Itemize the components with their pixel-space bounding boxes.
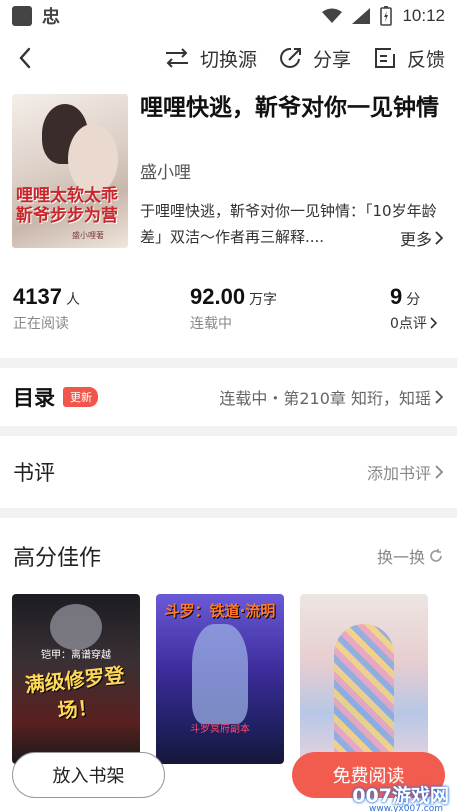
reviews-row: 书评 添加书评 [0, 436, 457, 508]
card-subtitle: 斗罗冥府副本 [190, 724, 250, 735]
cover-title: 哩哩太软太乖 靳爷步步为营 [16, 186, 118, 226]
share-icon [280, 47, 301, 68]
readers-count: 4137 [13, 284, 62, 309]
book-title: 哩哩快逃，靳爷对你一见钟情 [140, 95, 439, 121]
chevron-right-icon [435, 390, 443, 404]
latest-chapter: 连载中・第210章 知珩，知瑶 [219, 389, 431, 408]
readers-unit: 人 [65, 292, 80, 308]
word-unit: 万字 [249, 292, 278, 308]
share-label: 分享 [312, 48, 351, 71]
serial-status: 连载中 [190, 316, 232, 332]
book-stats: 4137 人 正在阅读 92.00 万字 连载中 9分 0点评 [0, 284, 457, 334]
cover-author: 盛小哩著 [72, 231, 104, 240]
more-label: 更多 [399, 230, 432, 249]
refresh-icon [430, 549, 442, 562]
chevron-right-icon [435, 231, 443, 245]
recommendations-title: 高分佳作 [13, 546, 102, 571]
add-review-button[interactable]: 添加书评 [367, 460, 443, 484]
card-title: 斗罗：铁道·流明 [164, 602, 276, 620]
book-cover[interactable]: 哩哩太软太乖 靳爷步步为营 盛小哩著 [12, 94, 128, 248]
stat-words: 92.00 万字 连载中 [190, 284, 277, 333]
top-navigation: 切换源 分享 反馈 [0, 32, 457, 84]
toc-title: 目录 [13, 386, 55, 410]
battery-icon [380, 6, 393, 26]
back-arrow-icon [19, 47, 31, 69]
add-review-label: 添加书评 [366, 464, 431, 483]
more-button[interactable]: 更多 [393, 226, 443, 250]
update-badge: 更新 [63, 387, 98, 407]
notification-icon [12, 6, 32, 26]
switch-source-button[interactable]: 切换源 [164, 45, 257, 72]
stat-score[interactable]: 9分 0点评 [390, 284, 437, 333]
review-count: 0点评 [390, 316, 427, 332]
feedback-button[interactable]: 反馈 [373, 45, 445, 72]
stat-readers: 4137 人 正在阅读 [13, 284, 80, 333]
card-title: 满级修罗登场！ [23, 662, 126, 723]
score-value: 9 [390, 284, 403, 309]
score-unit: 分 [406, 292, 421, 308]
feedback-label: 反馈 [406, 48, 445, 71]
signal-icon [352, 8, 371, 24]
readers-label: 正在阅读 [13, 316, 69, 332]
watermark-url: www.yx007.com [368, 804, 443, 812]
wifi-icon [322, 8, 343, 23]
recommended-book-card[interactable] [300, 594, 428, 764]
word-count: 92.00 [190, 284, 246, 309]
edit-icon [374, 48, 395, 68]
clock: 10:12 [402, 6, 445, 25]
refresh-label: 换一换 [376, 548, 425, 567]
table-of-contents-row[interactable]: 目录 更新 连载中・第210章 知珩，知瑶 [0, 368, 457, 426]
refresh-button[interactable]: 换一换 [377, 544, 443, 568]
switch-source-label: 切换源 [199, 48, 257, 71]
chevron-right-icon [435, 465, 443, 479]
share-button[interactable]: 分享 [279, 45, 351, 72]
add-to-shelf-button[interactable]: 放入书架 [12, 752, 165, 798]
book-author[interactable]: 盛小哩 [140, 158, 191, 183]
reviews-title: 书评 [13, 461, 55, 485]
recommended-book-card[interactable]: 铠甲：离谱穿越 满级修罗登场！ [12, 594, 140, 764]
chevron-right-icon [430, 317, 437, 329]
book-info-panel: 哩哩太软太乖 靳爷步步为营 盛小哩著 哩哩快逃，靳爷对你一见钟情 盛小哩 于哩哩… [0, 84, 457, 358]
switch-icon [165, 48, 188, 68]
recommended-book-card[interactable]: 斗罗：铁道·流明 斗罗冥府副本 [156, 594, 284, 764]
back-button[interactable] [0, 32, 50, 84]
app-notification-glyph: 忠 [42, 7, 60, 28]
status-bar: 忠 10:12 [0, 0, 457, 32]
